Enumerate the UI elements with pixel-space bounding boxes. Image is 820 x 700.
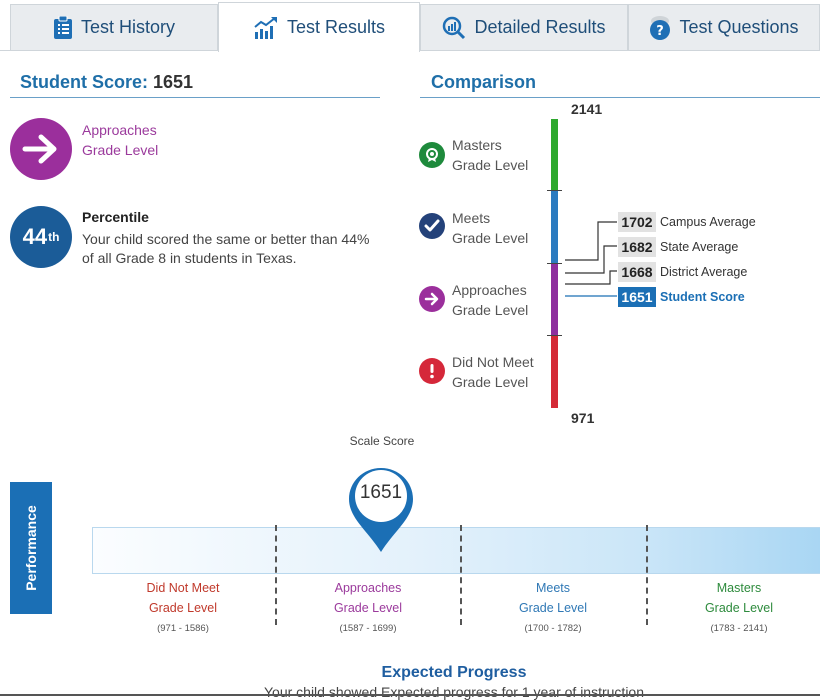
expected-progress-title: Expected Progress: [381, 664, 527, 681]
state-average-label: State Average: [660, 240, 739, 254]
score-pin-marker: [349, 468, 413, 552]
divider-dashed: [646, 525, 648, 625]
scale-score-title: Scale Score: [349, 434, 415, 448]
performance-tab[interactable]: Performance: [10, 482, 52, 614]
pin-score-value: 1651: [359, 482, 403, 503]
divider-dashed: [275, 525, 277, 625]
category-did-not-meet: Did Not Meet Grade Level (971 - 1586): [146, 581, 220, 634]
category-approaches: Approaches Grade Level (1587 - 1699): [333, 581, 403, 634]
state-average-value: 1682: [618, 237, 656, 257]
expected-progress-description: Your child showed Expected progress for …: [263, 684, 645, 700]
bottom-divider: [0, 694, 820, 696]
district-average-label: District Average: [660, 265, 748, 279]
campus-average-label: Campus Average: [660, 215, 756, 229]
performance-bar: [92, 527, 820, 574]
district-average-value: 1668: [618, 262, 656, 282]
category-meets: Meets Grade Level (1700 - 1782): [518, 581, 588, 634]
category-masters: Masters Grade Level (1783 - 2141): [704, 581, 774, 634]
student-score-label: Student Score: [660, 290, 745, 304]
divider-dashed: [460, 525, 462, 625]
campus-average-value: 1702: [618, 212, 656, 232]
student-score-box: 1651: [618, 287, 656, 307]
